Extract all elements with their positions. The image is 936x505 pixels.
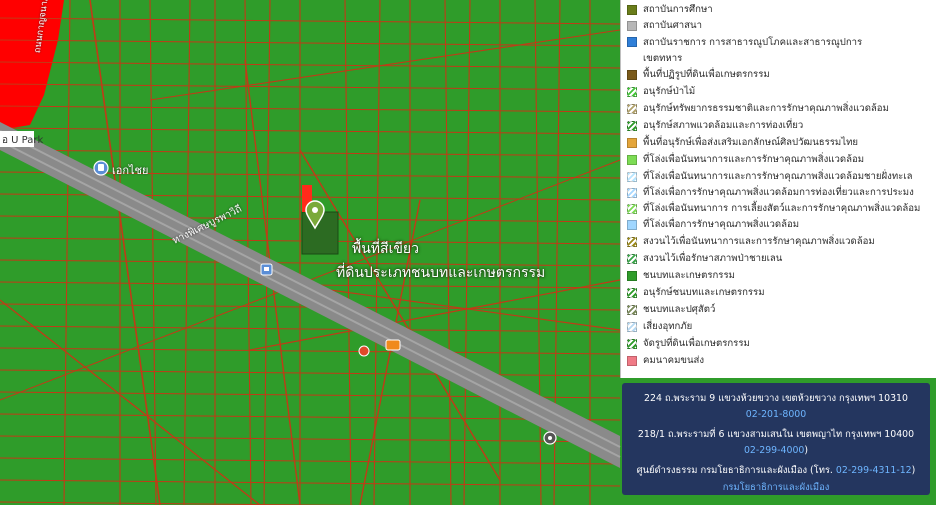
legend-label: อนุรักษ์ชนบทและเกษตรกรรม [643, 287, 765, 298]
legend-label: สงวนไว้เพื่อนันทนาการและการรักษาคุณภาพสิ… [643, 236, 875, 247]
contact-phone-3-suffix: ) [911, 465, 916, 476]
legend-item: พื้นที่ปฏิรูปที่ดินเพื่อเกษตรกรรม [627, 68, 934, 82]
legend-label: ที่โล่งเพื่อนันทนาการและการรักษาคุณภาพสิ… [643, 154, 865, 165]
legend-item: สถาบันศาสนา [627, 19, 934, 33]
legend-swatch [627, 271, 637, 281]
place-label-park: อ U Park [2, 135, 44, 146]
contact-phone-2-link[interactable]: 02-299-4000 [744, 445, 804, 456]
legend-label: อนุรักษ์สภาพแวดล้อมและการท่องเที่ยว [643, 120, 804, 131]
legend-label: ที่โล่งเพื่อนันทนาการและการรักษาคุณภาพสิ… [643, 171, 913, 182]
contact-phone-3-link[interactable]: 02-299-4311-12 [836, 465, 912, 476]
legend-item: ที่โล่งเพื่อการรักษาคุณภาพสิ่งแวดล้อมการ… [627, 186, 934, 200]
legend-swatch [627, 138, 637, 148]
legend-label: อนุรักษ์ทรัพยากรธรรมชาติและการรักษาคุณภา… [643, 103, 889, 114]
contact-address-2: 218/1 ถ.พระรามที่ 6 แขวงสามเสนใน เขตพญาไ… [637, 429, 915, 440]
legend-label: ชนบทและเกษตรกรรม [643, 270, 735, 281]
legend-label: อนุรักษ์ป่าไม้ [643, 86, 696, 97]
transit-icon[interactable] [260, 263, 273, 276]
legend-item: สถาบันการศึกษา [627, 3, 934, 17]
legend-item: สงวนไว้เพื่อรักษาสภาพป่าชายเลน [627, 252, 934, 266]
legend-label: ที่โล่งเพื่อการรักษาคุณภาพสิ่งแวดล้อมการ… [643, 187, 914, 198]
parcel-title: พื้นที่สีเขียว [352, 241, 419, 257]
legend-label: ที่โล่งเพื่อการรักษาคุณภาพสิ่งแวดล้อม [643, 219, 800, 230]
legend-swatch [627, 254, 637, 264]
legend-swatch [627, 21, 637, 31]
legend-item: สงวนไว้เพื่อนันทนาการและการรักษาคุณภาพสิ… [627, 235, 934, 249]
legend-item: อนุรักษ์ทรัพยากรธรรมชาติและการรักษาคุณภา… [627, 102, 934, 116]
legend-item: คมนาคมขนส่ง [627, 354, 934, 368]
contact-center-label: ศูนย์ดำรงธรรม กรมโยธาธิการและผังเมือง (โ… [636, 465, 833, 476]
legend-item: ที่โล่งเพื่อนันทนาการและการรักษาคุณภาพสิ… [627, 153, 934, 167]
legend-swatch [627, 339, 637, 349]
legend-swatch [627, 104, 637, 114]
legend-swatch [627, 87, 637, 97]
contact-phone-2-suffix: ) [804, 445, 809, 456]
legend-item: อนุรักษ์สภาพแวดล้อมและการท่องเที่ยว [627, 119, 934, 133]
camera-icon[interactable] [543, 431, 557, 445]
legend-swatch [627, 155, 637, 165]
legend-swatch [627, 172, 637, 182]
toll-icon[interactable] [385, 339, 401, 351]
legend-swatch [627, 322, 637, 332]
legend-item: อนุรักษ์ชนบทและเกษตรกรรม [627, 286, 934, 300]
legend-swatch [627, 237, 637, 247]
legend-item: ที่โล่งเพื่อการรักษาคุณภาพสิ่งแวดล้อม [627, 218, 934, 232]
legend-item: ชนบทและปศุสัตว์ [627, 303, 934, 317]
zoning-legend: สถาบันการศึกษา สถาบันศาสนา สถาบันราชการ … [620, 0, 936, 378]
pin-marker-icon[interactable] [358, 345, 370, 357]
legend-label: ที่โล่งเพื่อนันทนาการ การเลี้ยงสัตว์และก… [643, 203, 921, 214]
legend-label: ชนบทและปศุสัตว์ [643, 304, 716, 315]
legend-item: จัดรูปที่ดินเพื่อเกษตรกรรม [627, 337, 934, 351]
legend-label: พื้นที่ปฏิรูปที่ดินเพื่อเกษตรกรรม [643, 69, 770, 80]
contact-panel: 224 ถ.พระราม 9 แขวงห้วยขวาง เขตห้วยขวาง … [622, 383, 930, 495]
contact-address-1: 224 ถ.พระราม 9 แขวงห้วยขวาง เขตห้วยขวาง … [644, 393, 908, 404]
legend-swatch [627, 70, 637, 80]
legend-label: สถาบันราชการ การสาธารณูปโภคและสาธารณูปกา… [643, 37, 863, 64]
legend-label: พื้นที่อนุรักษ์เพื่อส่งเสริมเอกลักษณ์ศิล… [643, 137, 859, 148]
contact-phone-1-link[interactable]: 02-201-8000 [746, 409, 806, 420]
legend-item: สถาบันราชการ การสาธารณูปโภคและสาธารณูปกา… [627, 35, 877, 67]
legend-item: เสี่ยงอุทกภัย [627, 320, 934, 334]
legend-swatch [627, 188, 637, 198]
legend-label: สถาบันศาสนา [643, 20, 702, 31]
legend-item: พื้นที่อนุรักษ์เพื่อส่งเสริมเอกลักษณ์ศิล… [627, 136, 934, 150]
place-label-poi: เอกไชย [112, 164, 149, 177]
legend-label: สงวนไว้เพื่อรักษาสภาพป่าชายเลน [643, 253, 783, 264]
legend-swatch [627, 288, 637, 298]
department-link[interactable]: กรมโยธาธิการและผังเมือง [723, 482, 830, 493]
legend-swatch [627, 37, 637, 47]
legend-item: ที่โล่งเพื่อนันทนาการ การเลี้ยงสัตว์และก… [627, 202, 934, 216]
legend-swatch [627, 5, 637, 15]
legend-label: เสี่ยงอุทกภัย [643, 321, 693, 332]
legend-item: อนุรักษ์ป่าไม้ [627, 85, 934, 99]
legend-swatch [627, 121, 637, 131]
legend-label: จัดรูปที่ดินเพื่อเกษตรกรรม [643, 338, 750, 349]
legend-item: ที่โล่งเพื่อนันทนาการและการรักษาคุณภาพสิ… [627, 170, 934, 184]
legend-swatch [627, 356, 637, 366]
legend-label: สถาบันการศึกษา [643, 4, 713, 15]
legend-swatch [627, 204, 637, 214]
legend-swatch [627, 220, 637, 230]
legend-swatch [627, 305, 637, 315]
poi-marker-icon[interactable] [93, 160, 109, 176]
parcel-subtitle: ที่ดินประเภทชนบทและเกษตรกรรม [336, 265, 546, 281]
legend-label: คมนาคมขนส่ง [643, 355, 705, 366]
legend-item: ชนบทและเกษตรกรรม [627, 269, 934, 283]
